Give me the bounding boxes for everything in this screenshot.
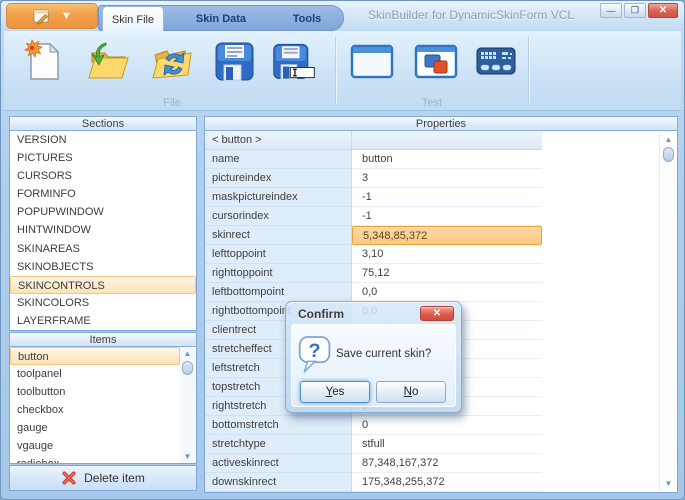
minimize-button[interactable]: —	[600, 3, 622, 18]
ribbon: File Test	[4, 31, 681, 111]
section-item[interactable]: SKINOBJECTS	[10, 258, 196, 276]
test-controls-icon	[414, 44, 458, 79]
delete-x-icon	[62, 471, 76, 485]
tab-skin-data[interactable]: Skin Data	[171, 6, 271, 32]
properties-scrollbar[interactable]: ▲ ▼	[659, 132, 676, 492]
open-folder-icon	[88, 42, 129, 79]
list-item-selected[interactable]: button	[10, 347, 180, 365]
app-icon	[33, 8, 49, 25]
new-document-icon	[23, 38, 60, 80]
property-row[interactable]: pictureindex 3	[205, 169, 542, 188]
section-item[interactable]: POPUPWINDOW	[10, 203, 196, 221]
scroll-down-icon[interactable]: ▼	[180, 451, 195, 463]
question-icon: ?	[298, 336, 331, 373]
yes-button[interactable]: Yes	[300, 381, 370, 403]
section-item[interactable]: HINTWINDOW	[10, 221, 196, 239]
scroll-up-icon[interactable]: ▲	[180, 348, 195, 360]
new-skin-button[interactable]	[16, 37, 72, 97]
ribbon-group-file-caption: File	[163, 97, 181, 109]
window-title: SkinBuilder for DynamicSkinForm VCL	[367, 8, 575, 22]
list-item[interactable]: checkbox	[10, 401, 180, 419]
property-row[interactable]: maskpictureindex -1	[205, 188, 542, 207]
ribbon-group-separator	[335, 37, 337, 104]
section-item[interactable]: CURSORS	[10, 167, 196, 185]
delete-item-label: Delete item	[84, 471, 145, 485]
titlebar: ▼ Skin File Skin Data Tools SkinBuilder …	[1, 1, 684, 33]
items-list: button toolpanel toolbutton checkbox gau…	[9, 347, 197, 464]
save-skin-as-button[interactable]	[266, 37, 322, 97]
property-row[interactable]: righttoppoint 75,12	[205, 264, 542, 283]
section-item[interactable]: SKINCOLORS	[10, 294, 196, 312]
svg-text:?: ?	[309, 340, 321, 362]
section-item[interactable]: SKINAREAS	[10, 240, 196, 258]
open-skin-button[interactable]	[80, 37, 136, 97]
ribbon-group-test-caption: Test	[421, 97, 443, 109]
items-header: Items	[9, 332, 197, 347]
ribbon-tabstrip: Skin File Skin Data Tools	[98, 5, 344, 33]
property-row[interactable]: bottomstretch 0	[205, 416, 542, 435]
list-item[interactable]: gauge	[10, 419, 180, 437]
dialog-body: ? Save current skin? Yes No	[291, 324, 456, 407]
delete-item-button[interactable]: Delete item	[9, 465, 197, 491]
list-item[interactable]: toolpanel	[10, 365, 180, 383]
sections-list: VERSION PICTURES CURSORS FORMINFO POPUPW…	[9, 131, 197, 331]
reload-folder-icon	[152, 50, 192, 79]
list-item[interactable]: radiobox	[10, 455, 180, 463]
confirm-dialog: Confirm ✕ ? Save current skin? Yes No	[285, 301, 462, 413]
scrollbar-thumb[interactable]	[663, 147, 674, 162]
maximize-button[interactable]: ❐	[624, 3, 646, 18]
dialog-close-button[interactable]: ✕	[420, 306, 454, 321]
application-menu-button[interactable]: ▼	[6, 3, 98, 29]
test-controls-button[interactable]	[408, 37, 464, 97]
close-button[interactable]: ✕	[648, 3, 678, 18]
save-icon	[215, 42, 254, 81]
section-item[interactable]: PICTURES	[10, 149, 196, 167]
property-row[interactable]: cursorindex -1	[205, 207, 542, 226]
save-as-icon	[273, 43, 315, 79]
property-row-selected[interactable]: skinrect 5,348,85,372	[205, 226, 542, 245]
window-controls: — ❐ ✕	[600, 3, 678, 18]
test-panel-icon	[476, 47, 516, 75]
properties-header: Properties	[204, 116, 678, 131]
save-skin-button[interactable]	[206, 37, 262, 97]
property-row[interactable]: stretchtype stfull	[205, 435, 542, 454]
test-panel-button[interactable]	[468, 37, 524, 97]
ribbon-group-separator	[528, 37, 530, 104]
section-item[interactable]: FORMINFO	[10, 185, 196, 203]
scroll-down-icon[interactable]: ▼	[661, 478, 676, 490]
app-window: ▼ Skin File Skin Data Tools SkinBuilder …	[0, 0, 685, 500]
property-row[interactable]: activeskinrect 87,348,167,372	[205, 454, 542, 473]
test-window-icon	[350, 44, 394, 79]
sections-header: Sections	[9, 116, 197, 131]
section-item[interactable]: LAYERFRAME	[10, 312, 196, 330]
chevron-down-icon: ▼	[61, 9, 72, 22]
items-scrollbar[interactable]: ▲ ▼	[180, 348, 195, 463]
property-row[interactable]: leftbottompoint 0,0	[205, 283, 542, 302]
property-row[interactable]: name button	[205, 150, 542, 169]
section-item[interactable]: VERSION	[10, 131, 196, 149]
dialog-message: Save current skin?	[336, 348, 432, 360]
no-button[interactable]: No	[376, 381, 446, 403]
list-item[interactable]: toolbutton	[10, 383, 180, 401]
dialog-title: Confirm	[298, 307, 344, 321]
tab-skin-file[interactable]: Skin File	[102, 6, 164, 33]
property-category-row[interactable]: < button >	[205, 131, 542, 150]
property-row[interactable]: downskinrect 175,348,255,372	[205, 473, 542, 492]
test-window-button[interactable]	[344, 37, 400, 97]
property-row[interactable]: lefttoppoint 3,10	[205, 245, 542, 264]
section-item-selected[interactable]: SKINCONTROLS	[10, 275, 196, 294]
reload-skin-button[interactable]	[144, 37, 200, 97]
list-item[interactable]: vgauge	[10, 437, 180, 455]
scroll-up-icon[interactable]: ▲	[661, 134, 676, 146]
tab-tools[interactable]: Tools	[274, 6, 340, 32]
scrollbar-thumb[interactable]	[182, 361, 193, 375]
